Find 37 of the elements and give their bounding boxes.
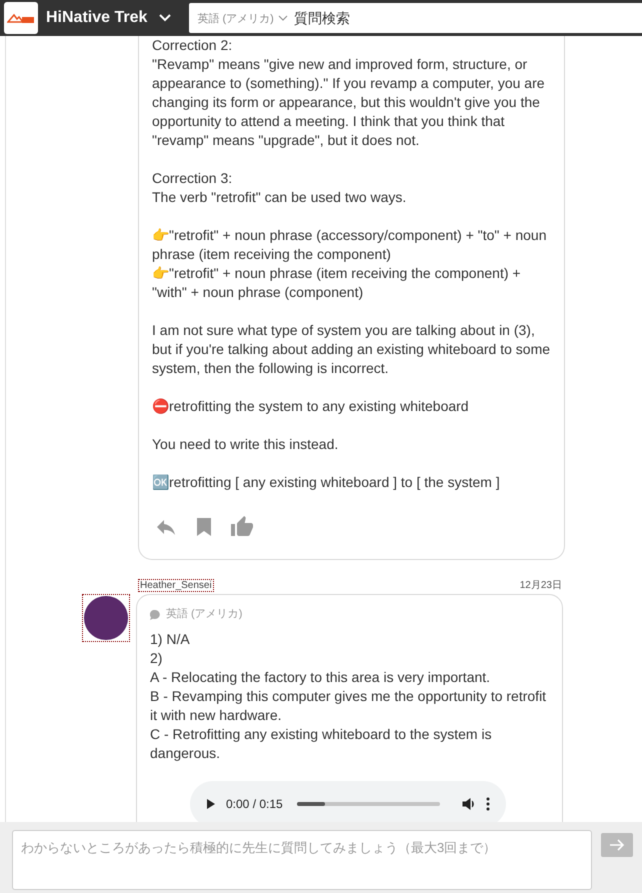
message-language: 英語 (アメリカ) bbox=[150, 605, 550, 624]
avatar[interactable] bbox=[82, 594, 130, 642]
chevron-down-icon[interactable] bbox=[159, 14, 172, 22]
message-text: A - Relocating the factory to this area is very important. bbox=[150, 668, 492, 687]
answer-text: Correction 3: bbox=[152, 169, 234, 188]
message-text: C - Retrofitting any existing whiteboard to the system is dangerous. bbox=[150, 725, 493, 763]
answer-text: You need to write this instead. bbox=[152, 435, 340, 454]
answer-text: ⛔retrofitting the system to any existing whiteboard bbox=[152, 397, 470, 416]
audio-player[interactable]: 0:00 / 0:15 bbox=[190, 781, 506, 822]
play-icon[interactable] bbox=[206, 798, 216, 810]
answer-text: Correction 2: bbox=[152, 36, 234, 55]
search-field[interactable]: 英語 (アメリカ) 質問検索 bbox=[189, 3, 642, 33]
answer-text: 🆗retrofitting [ any existing whiteboard ] to [ the system ] bbox=[152, 473, 501, 492]
mountain-logo-icon bbox=[7, 12, 35, 24]
volume-icon[interactable] bbox=[462, 797, 476, 811]
answer-text: The verb "retrofit" can be used two ways. bbox=[152, 188, 408, 207]
language-selector[interactable]: 英語 (アメリカ) bbox=[197, 10, 288, 26]
app-name[interactable]: HiNative Trek bbox=[46, 9, 148, 27]
arrow-right-icon bbox=[609, 838, 625, 852]
speech-bubble-icon bbox=[150, 610, 160, 620]
answer-text: "Revamp" means "give new and improved form, structure, or appearance to (something)." If you revamp a computer, you are changing its form or appearance, but this wouldn't give you the opportunity to attend a meeting. I think that you think that "revamp" means "upgrade", but it does not. bbox=[152, 55, 546, 150]
thumbs-up-icon[interactable] bbox=[230, 515, 254, 539]
author-name[interactable]: Heather_Sensei bbox=[138, 579, 214, 592]
answer-text: I am not sure what type of system you are talking about in (3), but if you're talking about adding an existing whiteboard to some system, then the following is incorrect. bbox=[152, 321, 552, 378]
message-text: 2) bbox=[150, 649, 164, 668]
audio-time: 0:00 / 0:15 bbox=[226, 796, 283, 812]
avatar-circle-icon bbox=[84, 596, 128, 640]
question-input[interactable]: わからないところがあったら積極的に先生に質問してみましょう（最大3回まで） bbox=[12, 830, 592, 890]
answer-text: 👉"retrofit" + noun phrase (item receiving the component) + "with" + noun phrase (component) bbox=[152, 264, 522, 302]
message-text: 1) N/A bbox=[150, 630, 191, 649]
chevron-down-icon bbox=[278, 15, 288, 21]
answer-text: 👉"retrofit" + noun phrase (accessory/component) + "to" + noun phrase (item receiving the component) bbox=[152, 226, 548, 264]
message-date: 12月23日 bbox=[520, 579, 562, 592]
message-text: B - Revamping this computer gives me the opportunity to retrofit it with new hardware. bbox=[150, 687, 548, 725]
audio-progress-track[interactable] bbox=[296, 802, 440, 806]
app-logo[interactable] bbox=[4, 2, 38, 34]
more-options-icon[interactable] bbox=[486, 797, 490, 811]
